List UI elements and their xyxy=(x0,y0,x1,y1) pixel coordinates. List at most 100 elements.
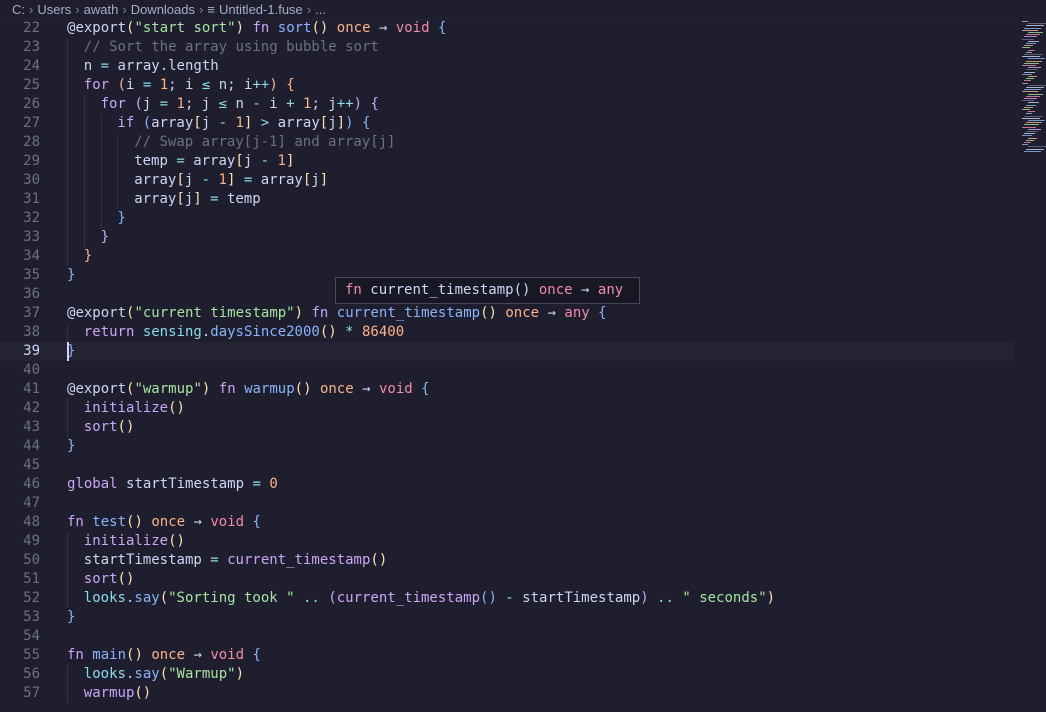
line-number: 50 xyxy=(23,552,40,568)
code-text: } xyxy=(67,438,76,454)
code-line[interactable]: 33} xyxy=(0,228,1014,247)
minimap-line xyxy=(1026,122,1042,124)
line-number: 51 xyxy=(23,571,40,587)
breadcrumb-item-file[interactable]: Untitled-1.fuse xyxy=(219,2,303,17)
indent-guide xyxy=(100,190,102,209)
code-editor[interactable]: 22 @export("start sort") fn sort() once →… xyxy=(0,19,1020,712)
line-number: 57 xyxy=(23,685,40,701)
minimap-line xyxy=(1028,137,1037,139)
code-text: sort() xyxy=(83,419,135,435)
code-line[interactable]: 57 warmup() xyxy=(0,684,1014,703)
minimap-line xyxy=(1024,98,1037,99)
code-line[interactable]: 52 looks.say("Sorting took " .. (current_… xyxy=(0,589,1014,608)
code-text: } xyxy=(67,267,76,283)
code-line[interactable]: 42 initialize() xyxy=(0,399,1014,418)
minimap-line xyxy=(1022,73,1032,75)
minimap-line xyxy=(1028,120,1045,121)
code-line[interactable]: 22 @export("start sort") fn sort() once →… xyxy=(0,19,1014,38)
line-number: 30 xyxy=(23,172,40,188)
indent-guide xyxy=(67,38,68,57)
breadcrumb-item-symbol[interactable]: ... xyxy=(315,2,326,17)
code-line[interactable]: 34} xyxy=(0,247,1014,266)
code-line[interactable]: 25 for (i = 1; i ≤ n; i++) { xyxy=(0,76,1014,95)
minimap-line xyxy=(1024,124,1039,126)
minimap-line xyxy=(1024,89,1041,91)
minimap-line xyxy=(1026,69,1038,71)
code-text: n = array.length xyxy=(83,58,219,74)
code-line[interactable]: 39} xyxy=(0,342,1014,361)
code-line[interactable]: 38 return sensing.daysSince2000() * 86400 xyxy=(0,323,1014,342)
code-line[interactable]: 32} xyxy=(0,209,1014,228)
indent-guide xyxy=(67,589,68,608)
code-line[interactable]: 48 fn test() once → void { xyxy=(0,513,1014,532)
indent-guide xyxy=(100,209,102,228)
code-line[interactable]: 37 @export("current timestamp") fn curren… xyxy=(0,304,1014,323)
code-line[interactable]: 44} xyxy=(0,437,1014,456)
minimap-line xyxy=(1024,27,1041,29)
indent-guide xyxy=(83,190,85,209)
line-number: 53 xyxy=(23,609,40,625)
breadcrumb-item-drive[interactable]: C: xyxy=(12,2,25,17)
code-line[interactable]: 30 array[j - 1] = array[j] xyxy=(0,171,1014,190)
minimap-line xyxy=(1028,32,1043,33)
file-lines-icon: ≡ xyxy=(207,2,215,17)
minimap-line xyxy=(1022,117,1040,119)
minimap-line xyxy=(1022,91,1038,93)
indent-guide xyxy=(67,247,68,266)
code-line[interactable]: 28 // Swap array[j-1] and array[j] xyxy=(0,133,1014,152)
horizontal-scrollbar[interactable] xyxy=(0,707,1020,712)
indent-guide xyxy=(67,114,68,133)
minimap-line xyxy=(1022,82,1028,84)
code-text: looks.say("Warmup") xyxy=(83,666,244,682)
code-line[interactable]: 53} xyxy=(0,608,1014,627)
indent-guide xyxy=(67,209,68,228)
code-line[interactable]: 47 xyxy=(0,494,1014,513)
breadcrumb-item-downloads[interactable]: Downloads xyxy=(131,2,195,17)
minimap-line xyxy=(1026,113,1032,115)
code-line[interactable]: 56 looks.say("Warmup") xyxy=(0,665,1014,684)
code-line[interactable]: 50 startTimestamp = current_timestamp() xyxy=(0,551,1014,570)
code-text: @export("current timestamp") fn current_… xyxy=(67,305,607,321)
minimap-line xyxy=(1026,87,1044,88)
minimap-line xyxy=(1024,150,1041,152)
code-line[interactable]: 54 xyxy=(0,627,1014,646)
code-line[interactable]: 29 temp = array[j - 1] xyxy=(0,152,1014,171)
minimap-line xyxy=(1022,100,1034,102)
code-line[interactable]: 27 if (array[j - 1] > array[j]) { xyxy=(0,114,1014,133)
breadcrumb-item-users[interactable]: Users xyxy=(37,2,71,17)
chevron-right-icon: › xyxy=(29,2,34,17)
minimap-line xyxy=(1024,106,1033,108)
line-number: 33 xyxy=(23,229,40,245)
code-line[interactable]: 43 sort() xyxy=(0,418,1014,437)
code-line[interactable]: 45 xyxy=(0,456,1014,475)
code-line[interactable]: 46 global startTimestamp = 0 xyxy=(0,475,1014,494)
signature-token: once xyxy=(538,282,582,298)
code-line[interactable]: 24 n = array.length xyxy=(0,57,1014,76)
line-number: 29 xyxy=(23,153,40,169)
code-line[interactable]: 40 xyxy=(0,361,1014,380)
code-text: temp = array[j - 1] xyxy=(134,153,295,169)
chevron-right-icon: › xyxy=(199,2,204,17)
code-line[interactable]: 31 array[j] = temp xyxy=(0,190,1014,209)
line-number: 47 xyxy=(23,495,40,511)
code-line[interactable]: 49 initialize() xyxy=(0,532,1014,551)
line-number: 26 xyxy=(23,96,40,112)
code-line[interactable]: 41 @export("warmup") fn warmup() once → v… xyxy=(0,380,1014,399)
chevron-right-icon: › xyxy=(306,2,312,17)
minimap-line xyxy=(1022,29,1038,31)
indent-guide xyxy=(67,532,68,551)
code-line[interactable]: 26 for (j = 1; j ≤ n - i + 1; j++) { xyxy=(0,95,1014,114)
code-line[interactable]: 23 // Sort the array using bubble sort xyxy=(0,38,1014,57)
minimap-line xyxy=(1022,144,1028,146)
code-line[interactable]: 51 sort() xyxy=(0,570,1014,589)
minimap-line xyxy=(1028,93,1043,95)
breadcrumb-item-user[interactable]: awath xyxy=(84,2,119,17)
indent-guide xyxy=(67,76,68,95)
text-cursor xyxy=(67,342,69,361)
indent-guide xyxy=(100,152,102,171)
minimap-line xyxy=(1026,78,1034,80)
minimap-line xyxy=(1028,111,1035,113)
code-line[interactable]: 55 fn main() once → void { xyxy=(0,646,1014,665)
minimap[interactable] xyxy=(1020,19,1046,712)
indent-guide xyxy=(100,171,102,190)
